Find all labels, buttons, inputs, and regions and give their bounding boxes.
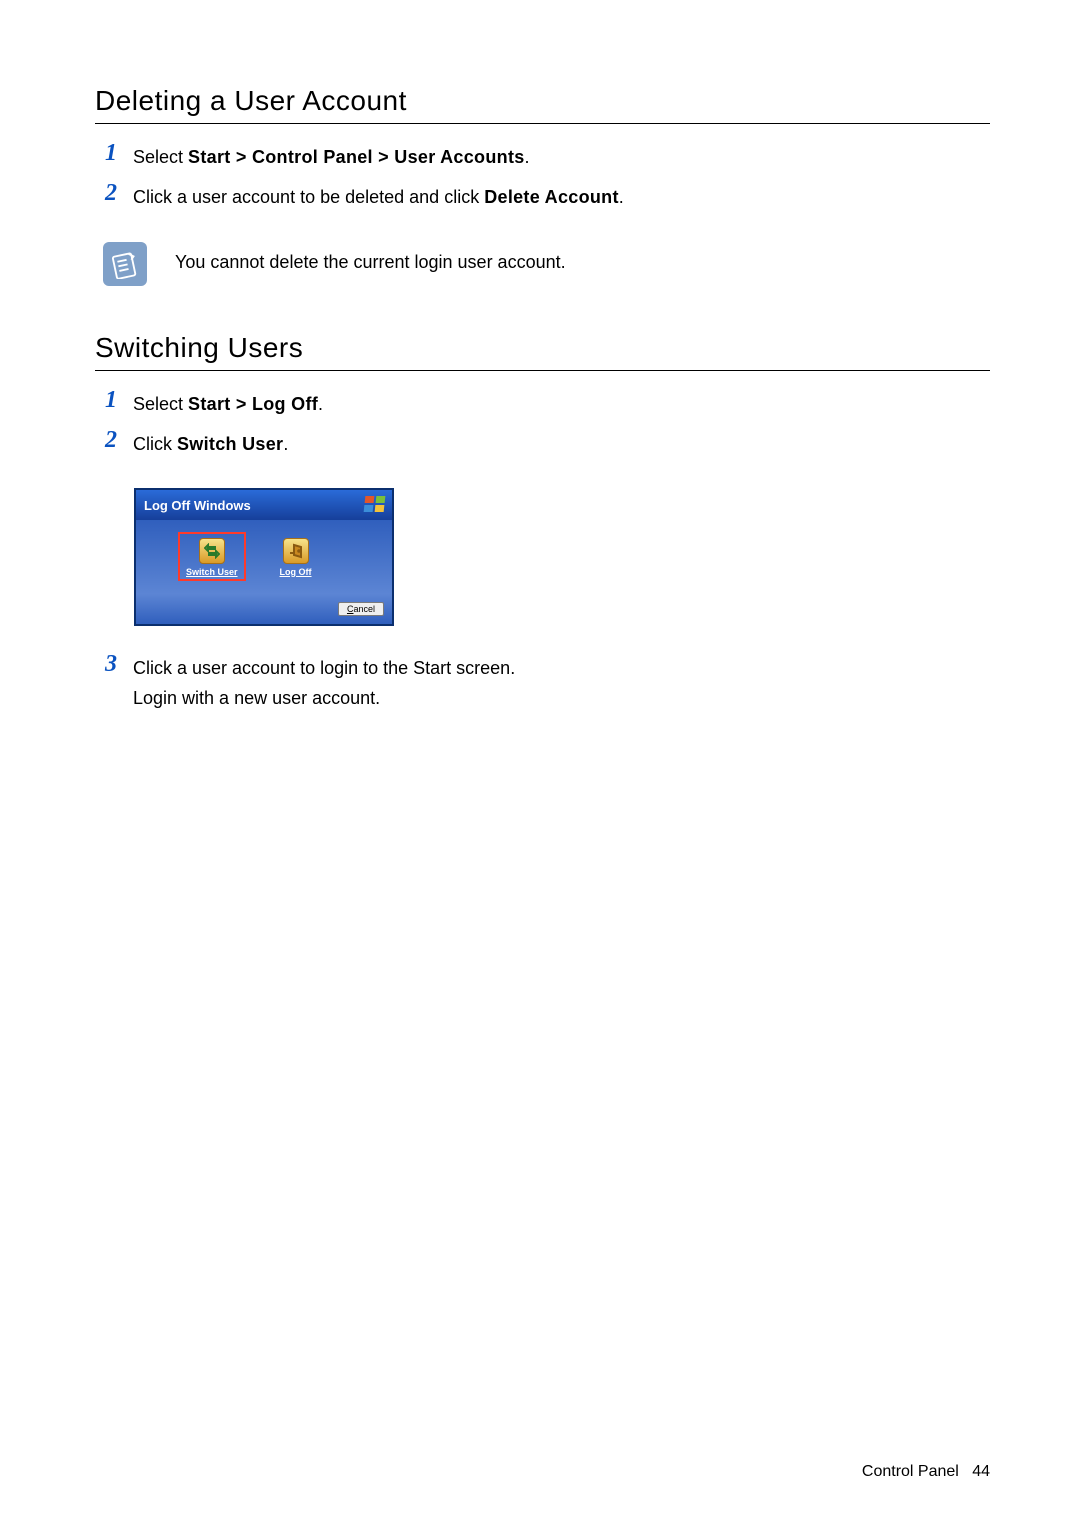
logoff-icon xyxy=(283,538,309,564)
step-text: Select Start > Log Off. xyxy=(133,389,323,419)
step-bold: Delete Account xyxy=(484,187,619,207)
switch-user-highlight: Switch User xyxy=(178,532,246,581)
cancel-rest: ancel xyxy=(353,604,375,614)
step-text: Select Start > Control Panel > User Acco… xyxy=(133,142,530,172)
note-text: You cannot delete the current login user… xyxy=(175,242,566,273)
step-prefix: Click xyxy=(133,434,177,454)
step-suffix: . xyxy=(283,434,288,454)
step-text: Click a user account to login to the Sta… xyxy=(133,653,515,713)
page-footer: Control Panel 44 xyxy=(862,1463,990,1481)
divider xyxy=(95,370,990,371)
step-number: 2 xyxy=(105,429,133,451)
step-line-1: Click a user account to login to the Sta… xyxy=(133,653,515,683)
step-suffix: . xyxy=(619,187,624,207)
step-item: 2 Click Switch User. xyxy=(105,429,990,459)
note-icon xyxy=(103,242,147,286)
divider xyxy=(95,123,990,124)
step-prefix: Select xyxy=(133,147,188,167)
cancel-button[interactable]: Cancel xyxy=(338,602,384,616)
step-number: 3 xyxy=(105,653,133,675)
step-number: 1 xyxy=(105,142,133,164)
step-suffix: . xyxy=(525,147,530,167)
windows-flag-icon xyxy=(364,496,386,514)
step-text: Click a user account to be deleted and c… xyxy=(133,182,624,212)
dialog-footer: Cancel xyxy=(136,594,392,624)
dialog-title: Log Off Windows xyxy=(144,498,251,513)
footer-page: 44 xyxy=(972,1463,990,1480)
switch-user-button[interactable]: Switch User xyxy=(186,538,238,577)
dialog-body: Switch User Log Off xyxy=(136,520,392,594)
heading-deleting: Deleting a User Account xyxy=(95,85,990,117)
step-prefix: Select xyxy=(133,394,188,414)
step-item: 2 Click a user account to be deleted and… xyxy=(105,182,990,212)
heading-switching: Switching Users xyxy=(95,332,990,364)
step-bold: Switch User xyxy=(177,434,283,454)
step-item: 1 Select Start > Control Panel > User Ac… xyxy=(105,142,990,172)
logoff-dialog: Log Off Windows Switch User xyxy=(135,489,393,625)
step-bold: Start > Control Panel > User Accounts xyxy=(188,147,525,167)
logoff-button[interactable]: Log Off xyxy=(280,538,312,577)
step-number: 2 xyxy=(105,182,133,204)
step-line-2: Login with a new user account. xyxy=(133,683,515,713)
step-number: 1 xyxy=(105,389,133,411)
steps-list-1: 1 Select Start > Control Panel > User Ac… xyxy=(105,142,990,212)
step-suffix: . xyxy=(318,394,323,414)
switch-user-icon xyxy=(199,538,225,564)
footer-section: Control Panel xyxy=(862,1463,959,1480)
note-block: You cannot delete the current login user… xyxy=(103,242,990,286)
step-bold: Start > Log Off xyxy=(188,394,318,414)
switch-user-label: Switch User xyxy=(186,567,238,577)
step-text: Click Switch User. xyxy=(133,429,288,459)
step-item: 1 Select Start > Log Off. xyxy=(105,389,990,419)
dialog-titlebar: Log Off Windows xyxy=(136,490,392,520)
steps-list-3: 3 Click a user account to login to the S… xyxy=(105,653,990,713)
logoff-label: Log Off xyxy=(280,567,312,577)
step-prefix: Click a user account to be deleted and c… xyxy=(133,187,484,207)
steps-list-2: 1 Select Start > Log Off. 2 Click Switch… xyxy=(105,389,990,459)
step-item: 3 Click a user account to login to the S… xyxy=(105,653,990,713)
